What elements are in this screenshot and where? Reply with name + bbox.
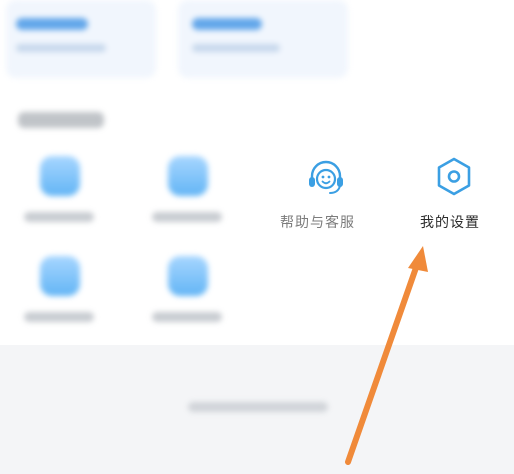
- headset-smile-icon: [304, 158, 348, 198]
- grid-item-1[interactable]: [12, 150, 108, 240]
- grid-item-my-settings[interactable]: 我的设置: [408, 150, 504, 240]
- item-label: [152, 312, 222, 322]
- hexagon-settings-icon: [434, 156, 474, 198]
- section-title: [18, 112, 104, 128]
- card-subtitle-placeholder: [16, 44, 106, 52]
- item-icon: [168, 256, 208, 296]
- my-settings-label: 我的设置: [420, 215, 480, 231]
- footer-text: [188, 402, 328, 412]
- help-service-label: 帮助与客服: [280, 215, 355, 231]
- grid-item-2[interactable]: [140, 150, 236, 240]
- item-label: [152, 212, 222, 222]
- item-label: [24, 312, 94, 322]
- grid-item-help-service[interactable]: 帮助与客服: [270, 150, 380, 240]
- item-icon: [40, 256, 80, 296]
- item-label: [24, 212, 94, 222]
- grid-item-3[interactable]: [12, 250, 108, 340]
- grid-item-4[interactable]: [140, 250, 236, 340]
- top-card-left[interactable]: [6, 0, 156, 78]
- card-title-placeholder: [192, 18, 262, 30]
- top-card-right[interactable]: [178, 0, 348, 78]
- item-icon: [40, 156, 80, 196]
- card-title-placeholder: [16, 18, 88, 30]
- card-subtitle-placeholder: [192, 44, 280, 52]
- item-icon: [168, 156, 208, 196]
